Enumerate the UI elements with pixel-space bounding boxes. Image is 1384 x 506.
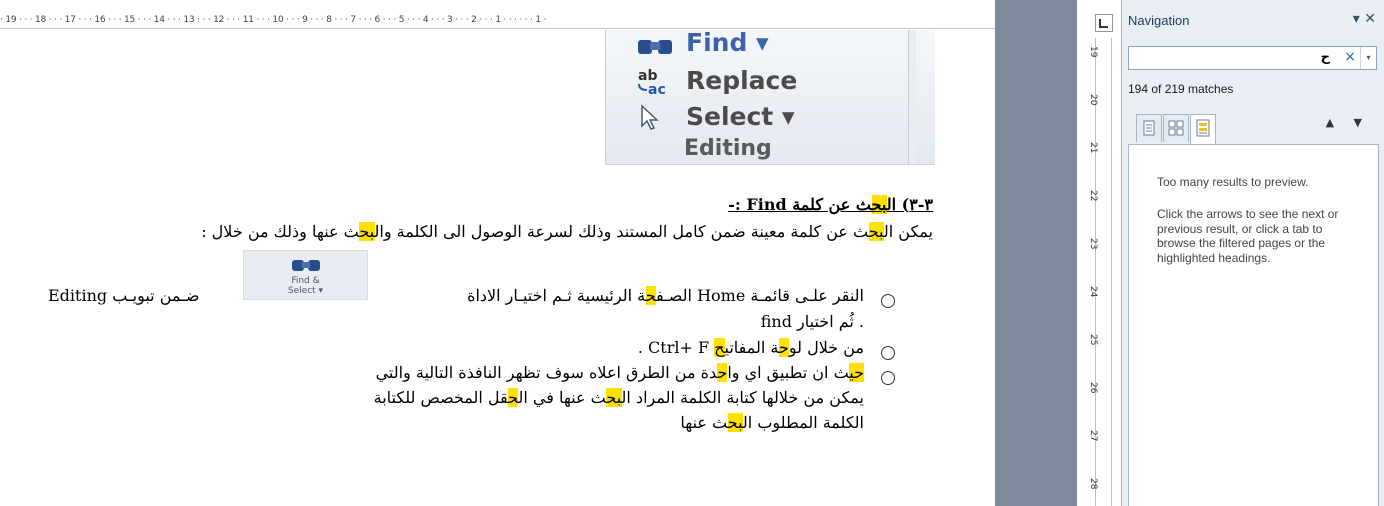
word-window: · 19 · · · 18 · · · 17 · · · 16 · · · 15… (0, 0, 1384, 506)
navigation-pane: Navigation ▾ ✕ ح × ▾ 194 of 219 matches … (1121, 0, 1384, 506)
replace-label: Replace (686, 66, 798, 95)
item3-line3: الكلمة المطلوب البحث عنها (680, 413, 864, 432)
search-results-icon (1196, 119, 1210, 137)
find-label: Find ▾ (686, 28, 769, 57)
intro-paragraph: يمكن البحث عن كلمة معينة ضمن كامل المستن… (201, 222, 933, 241)
item2-line: من خلال لوحة المفاتيح Ctrl+ F . (637, 338, 864, 357)
workspace-background (995, 0, 1077, 506)
headings-icon (1143, 120, 1155, 136)
replace-icon: ab ac (636, 68, 676, 98)
search-value: ح (1320, 50, 1330, 65)
pane-controls[interactable]: ▾ ✕ (1353, 11, 1376, 27)
navigation-title: Navigation (1128, 13, 1190, 28)
vruler-num: 26 (1088, 382, 1098, 394)
vruler-num: 20 (1088, 94, 1098, 106)
vruler-num: 25 (1088, 334, 1098, 346)
editing-group-label: Editing (684, 136, 772, 161)
select-row: Select ▾ (636, 102, 795, 131)
vruler-num: 24 (1088, 286, 1098, 298)
results-help-text: Click the arrows to see the next or prev… (1157, 207, 1339, 265)
item1-line2: find ثُم اختيار . (760, 312, 864, 331)
group-separator (908, 30, 916, 164)
item1-line1-left: ضـمن تبويـب Editing (48, 286, 200, 305)
item3-line2: يمكن من خلالها كتابة الكلمة المراد البحث… (373, 388, 864, 407)
tab-pages[interactable] (1163, 114, 1189, 142)
document-page[interactable]: · 19 · · · 18 · · · 17 · · · 16 · · · 15… (0, 0, 995, 506)
bullet-1 (881, 294, 895, 308)
too-many-results-message: Too many results to preview. (1157, 175, 1309, 189)
results-panel: Too many results to preview. Click the a… (1128, 144, 1379, 506)
tab-results[interactable] (1190, 114, 1216, 145)
vruler-num: 28 (1088, 478, 1098, 490)
clear-search-icon[interactable]: × (1344, 49, 1356, 65)
vruler-num: 23 (1088, 238, 1098, 250)
find-row: Find ▾ (636, 28, 769, 57)
editing-group-picture[interactable]: Find ▾ ab ac Replace Select ▾ Editing (605, 28, 935, 165)
replace-row: ab ac Replace (636, 66, 798, 98)
pages-thumbnail-icon (1168, 120, 1184, 136)
vruler-num: 27 (1088, 430, 1098, 442)
binoculars-icon (291, 260, 320, 271)
navigation-search-input[interactable]: ح × ▾ (1128, 46, 1377, 70)
svg-text:ac: ac (648, 82, 666, 96)
bullet-2 (881, 346, 895, 360)
ruler-numbers: · 19 · · · 18 · · · 17 · · · 16 · · · 15… (0, 15, 547, 25)
vruler-num: 21 (1088, 142, 1098, 154)
search-options-dropdown[interactable]: ▾ (1360, 47, 1376, 69)
item3-line1: حيث ان تطبيق اي واحدة من الطرق اعلاه سوف… (375, 363, 864, 382)
navigation-tabs (1136, 114, 1217, 145)
vruler-num: 19 (1088, 46, 1098, 58)
binoculars-icon (636, 30, 676, 56)
vertical-ruler[interactable]: 19 20 21 22 23 24 25 26 27 28 (1088, 38, 1112, 506)
prev-next-result-buttons[interactable]: ▲ ▼ (1326, 116, 1370, 129)
find-select-picture[interactable]: Find & Select ▾ (243, 250, 368, 300)
ruler-top-strip (0, 0, 995, 12)
find-select-label: Find & Select ▾ (287, 276, 324, 296)
vruler-num: 22 (1088, 190, 1098, 202)
ruler-toggle-button[interactable] (1095, 14, 1113, 32)
section-heading: ٣-٣) البحث عن كلمة Find :- (728, 195, 933, 214)
select-label: Select ▾ (686, 102, 795, 131)
horizontal-ruler[interactable]: · 19 · · · 18 · · · 17 · · · 16 · · · 15… (0, 12, 995, 29)
cursor-arrow-icon (636, 103, 676, 130)
item1-line1-right: النقر علـى قائمـة Home الصـفحة الرئيسية … (467, 286, 864, 305)
match-count: 194 of 219 matches (1128, 82, 1234, 96)
ruler-toggle-icon (1099, 19, 1108, 28)
tab-headings[interactable] (1136, 114, 1162, 142)
bullet-3 (881, 371, 895, 385)
